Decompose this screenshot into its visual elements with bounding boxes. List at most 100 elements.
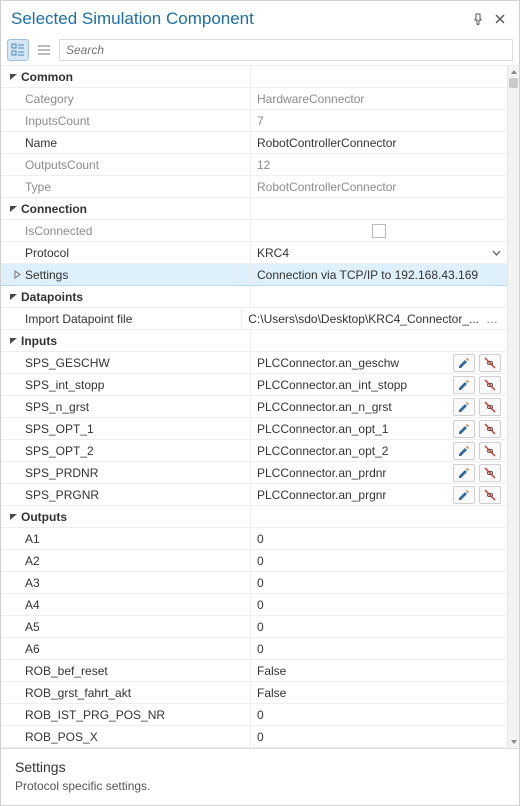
property-row[interactable]: A30 (1, 572, 507, 594)
property-row[interactable]: Settings Connection via TCP/IP to 192.168… (1, 264, 507, 286)
group-outputs[interactable]: Outputs (1, 506, 507, 528)
browse-button[interactable]: … (483, 312, 501, 326)
property-label: Import Datapoint file (25, 312, 132, 326)
property-row[interactable]: A10 (1, 528, 507, 550)
unlink-button[interactable] (479, 486, 501, 504)
property-value[interactable]: PLCConnector.an_prgnr (257, 488, 449, 502)
property-row[interactable]: ROB_IST_PRG_POS_NR 0 (1, 704, 507, 726)
property-value[interactable]: PLCConnector.an_prdnr (257, 466, 449, 480)
property-row[interactable]: SPS_PRGNRPLCConnector.an_prgnr (1, 484, 507, 506)
property-label: IsConnected (25, 224, 92, 238)
property-value[interactable]: PLCConnector.an_opt_2 (257, 444, 449, 458)
property-row[interactable]: ROB_grst_fahrt_aktFalse (1, 682, 507, 704)
group-datapoints[interactable]: Datapoints (1, 286, 507, 308)
property-value[interactable]: KRC4 (257, 246, 488, 260)
property-row[interactable]: Type RobotControllerConnector (1, 176, 507, 198)
property-row[interactable]: A60 (1, 638, 507, 660)
group-inputs[interactable]: Inputs (1, 330, 507, 352)
chevron-right-icon[interactable] (11, 270, 23, 279)
edit-link-button[interactable] (453, 464, 475, 482)
property-row[interactable]: SPS_n_grstPLCConnector.an_n_grst (1, 396, 507, 418)
edit-link-button[interactable] (453, 376, 475, 394)
property-value[interactable]: False (257, 664, 501, 678)
chevron-down-icon[interactable] (7, 204, 19, 213)
property-row[interactable]: CategoryHardwareConnector (1, 88, 507, 110)
property-row[interactable]: SPS_OPT_1PLCConnector.an_opt_1 (1, 418, 507, 440)
property-label: Protocol (25, 246, 69, 260)
property-value[interactable]: RobotControllerConnector (257, 180, 501, 194)
property-value[interactable]: C:\Users\sdo\Desktop\KRC4_Connector_... (248, 312, 479, 326)
property-row[interactable]: A40 (1, 594, 507, 616)
chevron-down-icon[interactable] (492, 250, 501, 256)
property-value[interactable]: 0 (257, 642, 501, 656)
unlink-button[interactable] (479, 376, 501, 394)
property-value[interactable]: 0 (257, 576, 501, 590)
property-value[interactable]: 0 (257, 708, 501, 722)
property-row[interactable]: IsConnected (1, 220, 507, 242)
property-value[interactable]: HardwareConnector (257, 92, 501, 106)
property-label: Settings (25, 268, 68, 282)
search-input[interactable] (59, 39, 513, 61)
unlink-button[interactable] (479, 354, 501, 372)
property-label: ROB_POS_X (25, 730, 98, 744)
property-row[interactable]: SPS_int_stoppPLCConnector.an_int_stopp (1, 374, 507, 396)
unlink-button[interactable] (479, 420, 501, 438)
scroll-thumb[interactable] (509, 78, 518, 88)
property-value[interactable]: PLCConnector.an_geschw (257, 356, 449, 370)
property-row[interactable]: Import Datapoint file C:\Users\sdo\Deskto… (1, 308, 507, 330)
property-row[interactable]: OutputsCount12 (1, 154, 507, 176)
property-row[interactable]: A2 0 (1, 550, 507, 572)
chevron-down-icon[interactable] (7, 292, 19, 301)
view-categorized-button[interactable] (7, 39, 29, 61)
chevron-down-icon[interactable] (7, 336, 19, 345)
property-value[interactable]: RobotControllerConnector (257, 136, 501, 150)
view-list-button[interactable] (33, 39, 55, 61)
property-row[interactable]: Name RobotControllerConnector (1, 132, 507, 154)
property-value[interactable]: PLCConnector.an_opt_1 (257, 422, 449, 436)
edit-link-button[interactable] (453, 398, 475, 416)
pin-icon[interactable] (469, 10, 487, 28)
unlink-button[interactable] (479, 464, 501, 482)
property-row[interactable]: Protocol KRC4 (1, 242, 507, 264)
detail-text: Protocol specific settings. (15, 779, 505, 793)
property-row[interactable]: SPS_GESCHWPLCConnector.an_geschw (1, 352, 507, 374)
property-value[interactable]: PLCConnector.an_n_grst (257, 400, 449, 414)
property-value[interactable]: PLCConnector.an_int_stopp (257, 378, 449, 392)
vertical-scrollbar[interactable] (507, 66, 519, 748)
chevron-down-icon[interactable] (7, 72, 19, 81)
unlink-button[interactable] (479, 442, 501, 460)
property-value[interactable]: 0 (257, 554, 501, 568)
close-icon[interactable] (491, 10, 509, 28)
property-row[interactable]: A50 (1, 616, 507, 638)
edit-link-button[interactable] (453, 420, 475, 438)
scroll-down-icon[interactable] (508, 736, 519, 748)
edit-link-button[interactable] (453, 442, 475, 460)
property-label: A2 (25, 554, 40, 568)
property-value[interactable]: 0 (257, 598, 501, 612)
property-value[interactable]: 12 (257, 158, 501, 172)
property-value[interactable]: False (257, 686, 501, 700)
unlink-button[interactable] (479, 398, 501, 416)
group-common[interactable]: Common (1, 66, 507, 88)
property-row[interactable]: SPS_OPT_2PLCConnector.an_opt_2 (1, 440, 507, 462)
scroll-up-icon[interactable] (508, 66, 519, 78)
property-value[interactable]: 0 (257, 730, 501, 744)
edit-link-button[interactable] (453, 354, 475, 372)
chevron-down-icon[interactable] (7, 512, 19, 521)
property-value[interactable]: 7 (257, 114, 501, 128)
group-connection[interactable]: Connection (1, 198, 507, 220)
toolbar (1, 35, 519, 66)
group-label: Inputs (21, 334, 57, 348)
property-label: Name (25, 136, 57, 150)
property-label: Type (25, 180, 51, 194)
property-row[interactable]: SPS_PRDNRPLCConnector.an_prdnr (1, 462, 507, 484)
property-row[interactable]: ROB_bef_resetFalse (1, 660, 507, 682)
property-label: ROB_IST_PRG_POS_NR (25, 708, 165, 722)
property-row[interactable]: ROB_POS_X 0 (1, 726, 507, 748)
property-row[interactable]: InputsCount7 (1, 110, 507, 132)
property-value[interactable]: 0 (257, 532, 501, 546)
checkbox[interactable] (372, 224, 386, 238)
property-value[interactable]: Connection via TCP/IP to 192.168.43.169 (257, 268, 501, 282)
property-value[interactable]: 0 (257, 620, 501, 634)
edit-link-button[interactable] (453, 486, 475, 504)
